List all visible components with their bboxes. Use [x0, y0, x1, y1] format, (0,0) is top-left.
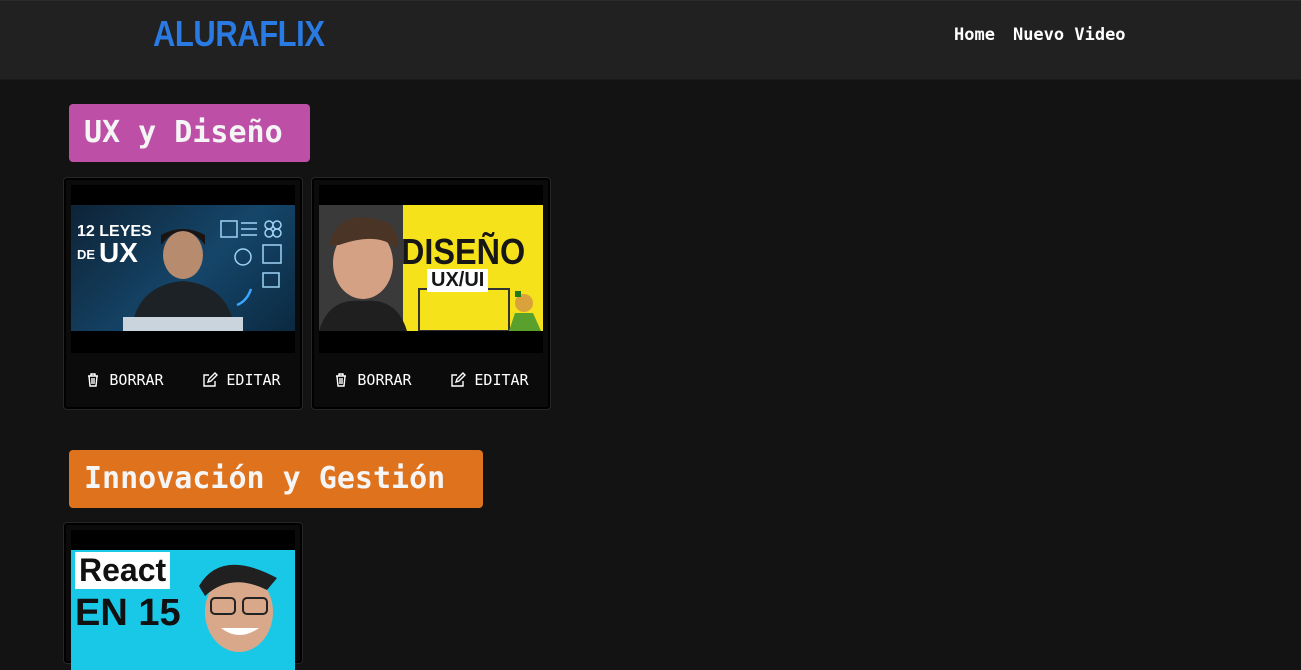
- site-header: ALURAFLIX Home Nuevo Video: [0, 0, 1301, 79]
- thumbnail-text: UX: [99, 237, 138, 268]
- trash-icon: [88, 373, 99, 387]
- category-title-innovation: Innovación y Gestión: [69, 450, 483, 508]
- main-nav: Home Nuevo Video: [954, 25, 1126, 45]
- card-actions: BORRAR EDITAR: [66, 368, 300, 392]
- thumbnail-text: DE: [77, 247, 96, 262]
- thumbnail-text: DISEÑO: [401, 231, 526, 272]
- delete-label: BORRAR: [357, 371, 412, 389]
- video-card: DISEÑO UX/UI BORRAR EDITAR: [312, 178, 550, 409]
- edit-label: EDITAR: [226, 371, 281, 389]
- delete-button[interactable]: BORRAR: [333, 371, 412, 389]
- delete-button[interactable]: BORRAR: [85, 371, 164, 389]
- delete-label: BORRAR: [109, 371, 164, 389]
- video-card: 12 LEYES DE UX BORRAR EDITAR: [64, 178, 302, 409]
- nav-new-video-link[interactable]: Nuevo Video: [1013, 25, 1126, 45]
- thumbnail-text: UX/UI: [427, 269, 489, 292]
- video-thumbnail[interactable]: React EN 15: [71, 530, 295, 670]
- edit-icon: [451, 372, 467, 387]
- video-thumbnail[interactable]: 12 LEYES DE UX: [71, 185, 295, 353]
- edit-button[interactable]: EDITAR: [450, 371, 529, 389]
- thumbnail-text: React: [75, 552, 171, 589]
- thumbnail-text: EN 15: [75, 592, 181, 634]
- category-title-ux: UX y Diseño: [69, 104, 310, 162]
- video-thumbnail[interactable]: DISEÑO UX/UI: [319, 185, 543, 353]
- trash-icon: [336, 373, 347, 387]
- edit-icon: [203, 372, 219, 387]
- video-card: React EN 15: [64, 523, 302, 670]
- edit-label: EDITAR: [474, 371, 529, 389]
- card-actions: BORRAR EDITAR: [314, 368, 548, 392]
- site-logo[interactable]: ALURAFLIX: [153, 13, 325, 55]
- edit-button[interactable]: EDITAR: [202, 371, 281, 389]
- nav-home-link[interactable]: Home: [954, 25, 995, 45]
